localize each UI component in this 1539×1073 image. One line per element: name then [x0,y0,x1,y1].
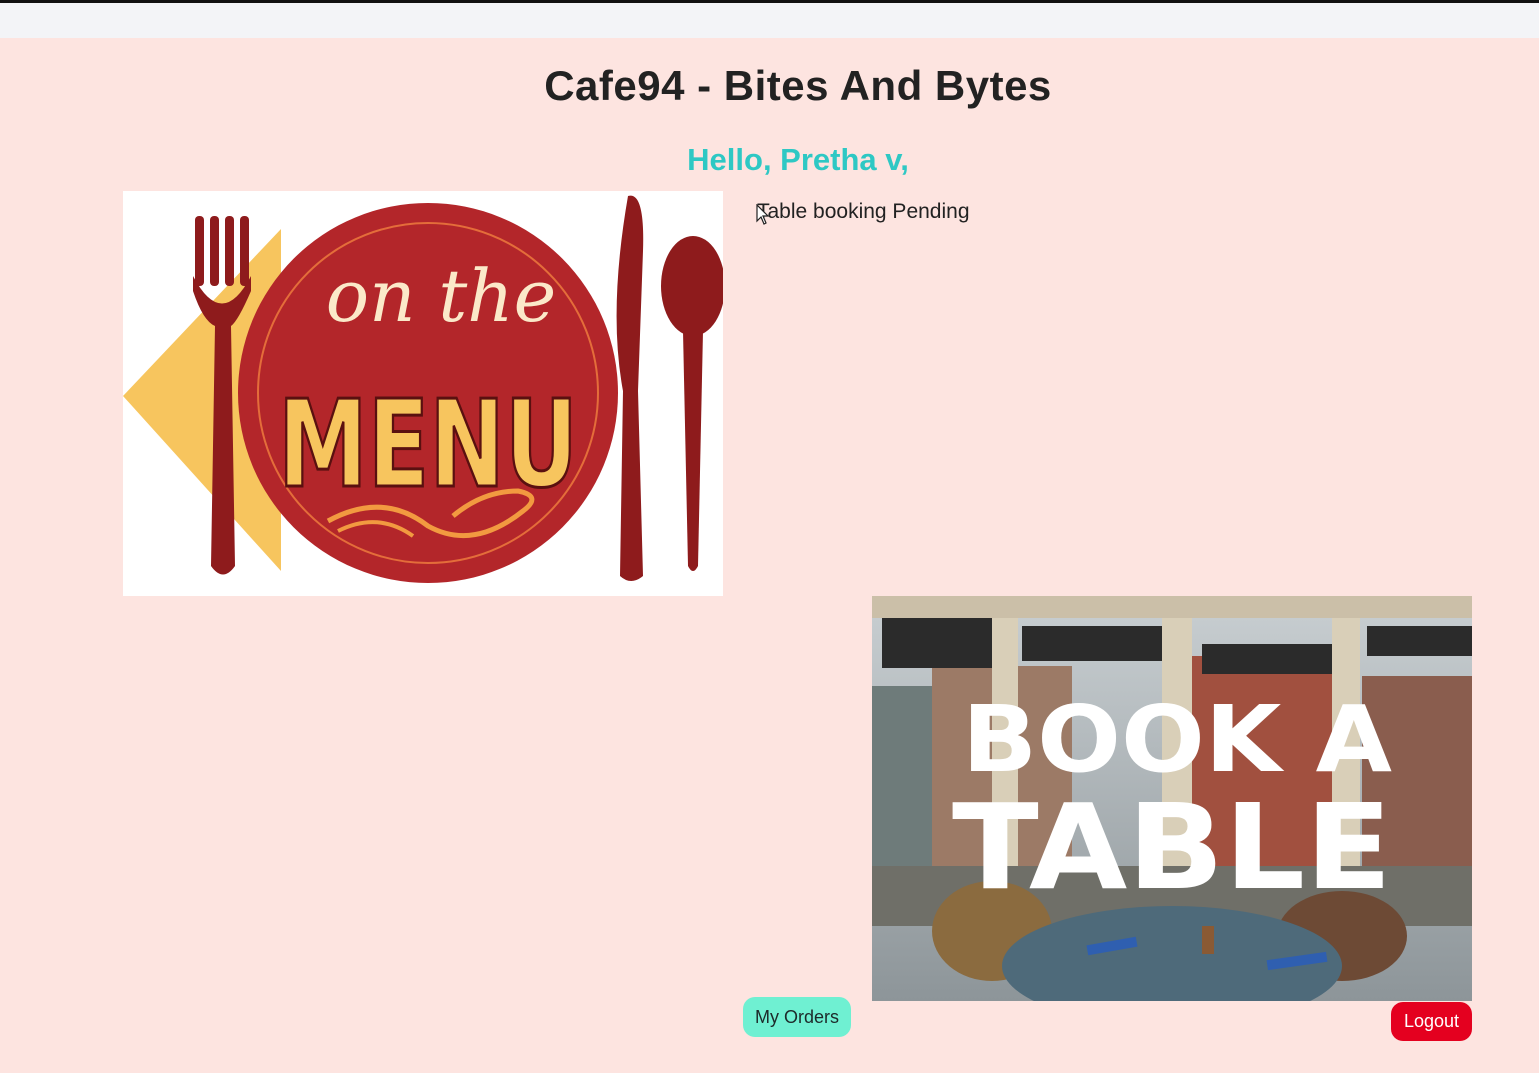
svg-text:TABLE: TABLE [952,778,1392,916]
svg-text:on the: on the [326,254,557,338]
my-orders-button[interactable]: My Orders [743,997,851,1037]
page-title: Cafe94 - Bites And Bytes [544,62,1052,109]
fork-knife-spoon-icon: on the MENU [123,195,723,583]
menu-image-link[interactable]: on the MENU [123,191,723,596]
svg-text:MENU: MENU [278,376,578,515]
logout-button[interactable]: Logout [1391,1002,1472,1041]
browser-top-bar [0,0,1539,38]
user-greeting: Hello, Pretha v, [687,142,909,177]
booking-status-text: Table booking Pending [757,200,970,223]
mouse-cursor-icon [756,204,770,226]
book-table-image-link[interactable]: BOOK A TABLE [872,596,1472,1001]
svg-text:BOOK A: BOOK A [962,686,1392,793]
